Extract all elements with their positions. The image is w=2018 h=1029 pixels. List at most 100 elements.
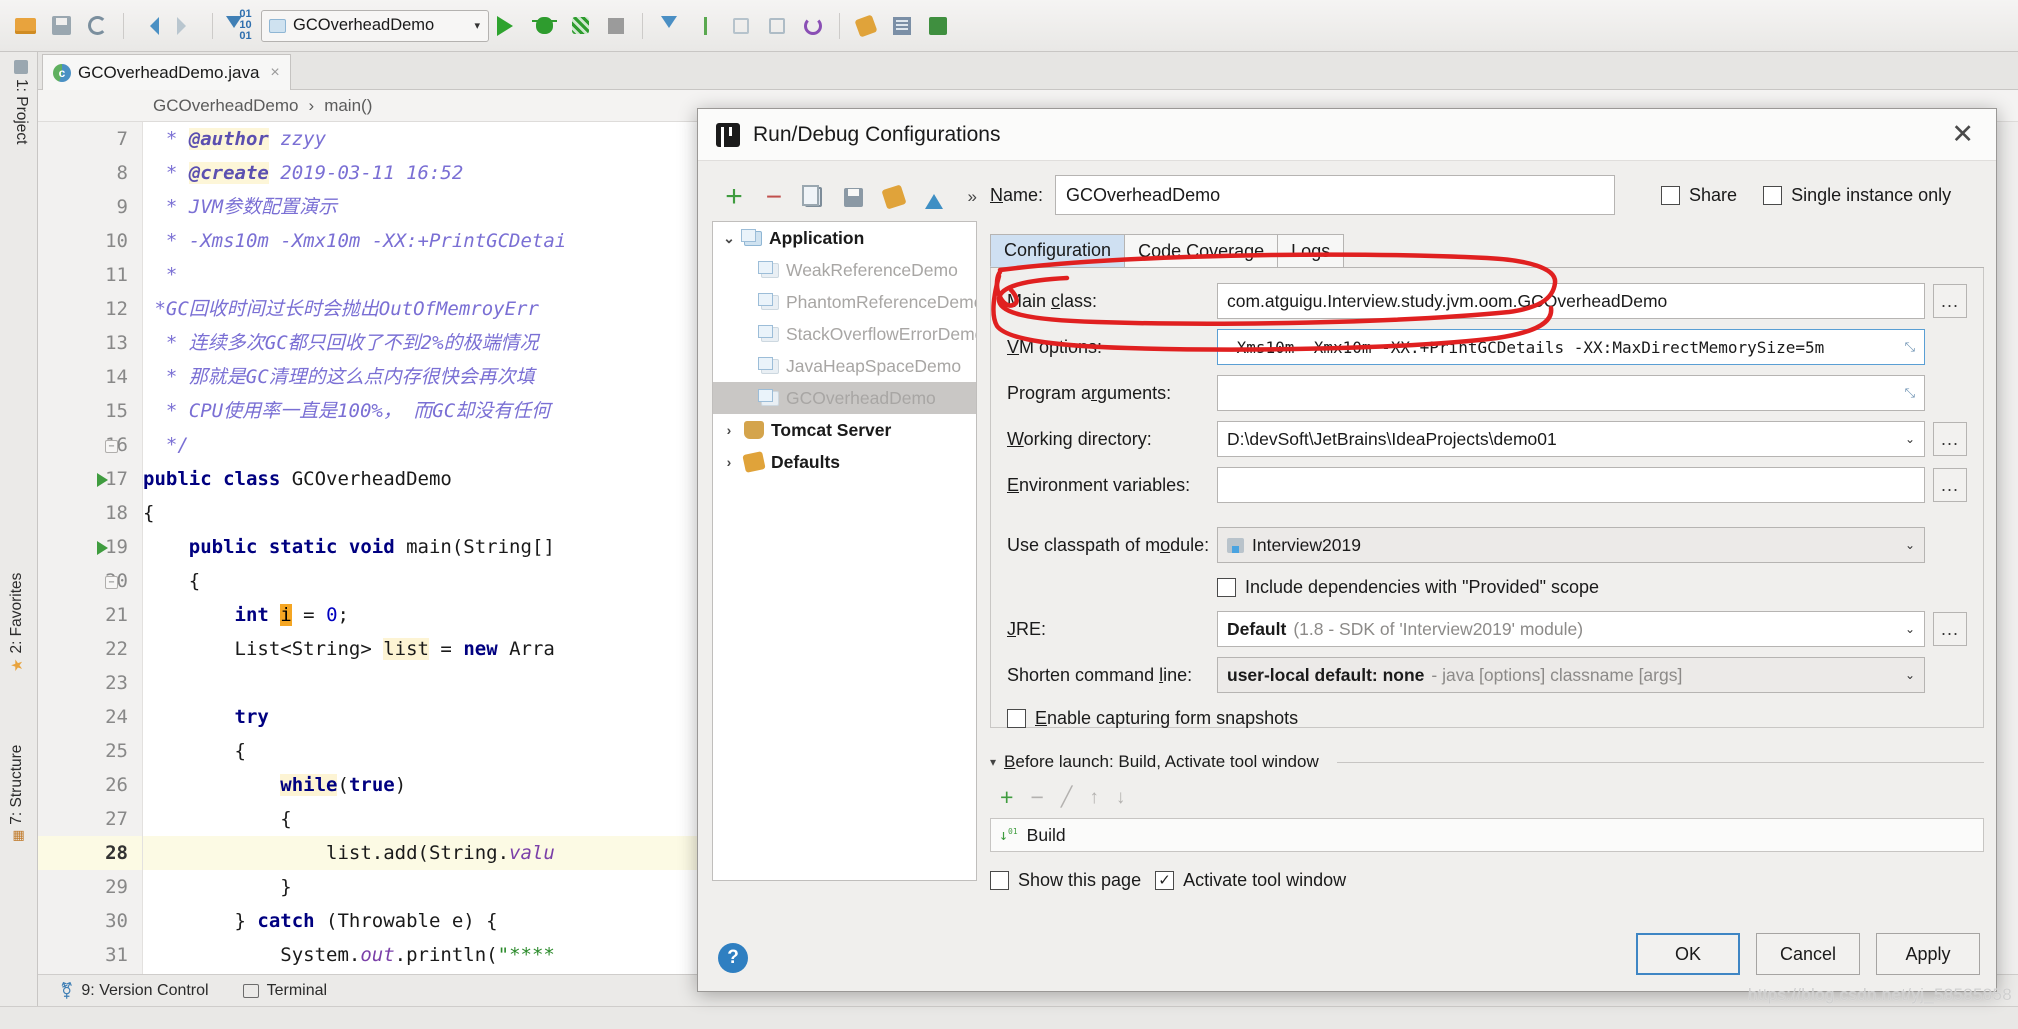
tree-node-weakreferencedemo[interactable]: WeakReferenceDemo: [713, 254, 976, 286]
line-number[interactable]: 30: [38, 904, 142, 938]
code-line[interactable]: try: [143, 700, 738, 734]
diff-icon[interactable]: [760, 9, 794, 43]
editor-gutter[interactable]: 7891011121314151617181920212223242526272…: [38, 122, 143, 990]
include-dependencies-checkbox-row[interactable]: Include dependencies with "Provided" sco…: [1217, 577, 1599, 598]
vm-options-input[interactable]: -Xms10m -Xmx10m -XX:+PrintGCDetails -XX:…: [1217, 329, 1925, 365]
apply-button[interactable]: Apply: [1876, 933, 1980, 975]
tab-logs[interactable]: Logs: [1277, 234, 1345, 267]
line-number[interactable]: 16: [38, 428, 142, 462]
line-number[interactable]: 17: [38, 462, 142, 496]
code-line[interactable]: System.out.println("****: [143, 938, 738, 972]
run-gutter-icon[interactable]: [97, 541, 115, 555]
line-number[interactable]: 21: [38, 598, 142, 632]
configurations-tree[interactable]: ⌄ Application WeakReferenceDemo PhantomRefe…: [712, 221, 977, 881]
show-this-page-row[interactable]: Show this page: [990, 870, 1141, 891]
line-number[interactable]: 12: [38, 292, 142, 326]
add-icon[interactable]: +: [720, 182, 748, 212]
tree-node-defaults[interactable]: › Defaults: [713, 446, 976, 478]
settings-icon[interactable]: [849, 9, 883, 43]
line-number[interactable]: 20: [38, 564, 142, 598]
chevron-down-icon[interactable]: ▾: [990, 755, 996, 769]
code-line[interactable]: *GC回收时间过长时会抛出OutOfMemroyErr: [143, 292, 738, 326]
code-editor[interactable]: 7891011121314151617181920212223242526272…: [38, 122, 738, 990]
working-directory-browse-button[interactable]: ...: [1933, 422, 1967, 456]
breadcrumb-method[interactable]: main(): [324, 96, 372, 116]
line-number[interactable]: 22: [38, 632, 142, 666]
chevron-down-icon[interactable]: ⌄: [721, 230, 737, 247]
run-configuration-selector[interactable]: GCOverheadDemo ▾: [261, 9, 489, 42]
sidebar-item-project[interactable]: 1: Project: [12, 60, 30, 144]
main-class-browse-button[interactable]: ...: [1933, 284, 1967, 318]
jre-browse-button[interactable]: ...: [1933, 612, 1967, 646]
fold-marker-icon[interactable]: −: [105, 576, 118, 589]
editor-code-area[interactable]: * @author zzyy * @create 2019-03-11 16:5…: [97, 122, 738, 990]
line-number[interactable]: 19: [38, 530, 142, 564]
cancel-button[interactable]: Cancel: [1756, 933, 1860, 975]
overflow-icon[interactable]: »: [968, 187, 977, 207]
run-icon[interactable]: [491, 9, 525, 43]
code-line[interactable]: List<String> list = new Arra: [143, 632, 738, 666]
build-icon[interactable]: [921, 9, 955, 43]
chevron-down-icon[interactable]: ⌄: [1897, 622, 1915, 636]
single-instance-checkbox-row[interactable]: Single instance only: [1763, 185, 1951, 206]
before-launch-header[interactable]: ▾ Before launch: Build, Activate tool wi…: [990, 752, 1984, 772]
before-launch-list-item[interactable]: ↓01 Build: [990, 818, 1984, 852]
line-number[interactable]: 18: [38, 496, 142, 530]
use-classpath-select[interactable]: Interview2019 ⌄: [1217, 527, 1925, 563]
code-line[interactable]: * 那就是GC清理的这么点内存很快会再次填: [143, 360, 738, 394]
line-number[interactable]: 26: [38, 768, 142, 802]
code-line[interactable]: * CPU使用率一直是100%， 而GC却没有任何: [143, 394, 738, 428]
editor-tab-gcoverheaddemo[interactable]: GCOverheadDemo.java ×: [42, 54, 291, 90]
tree-node-gcoverheaddemo[interactable]: GCOverheadDemo: [713, 382, 976, 414]
move-down-icon[interactable]: ↓: [1116, 788, 1126, 807]
share-checkbox[interactable]: [1661, 185, 1681, 205]
code-line[interactable]: {: [143, 496, 738, 530]
edit-templates-icon[interactable]: [880, 183, 908, 211]
copy-configuration-icon[interactable]: [800, 183, 828, 211]
name-input[interactable]: GCOverheadDemo: [1055, 175, 1616, 215]
run-gutter-icon[interactable]: [97, 473, 115, 487]
chevron-down-icon[interactable]: ⌄: [1897, 668, 1915, 682]
stop-icon[interactable]: [599, 9, 633, 43]
line-number[interactable]: 8: [38, 156, 142, 190]
chevron-right-icon[interactable]: ›: [721, 422, 737, 438]
fold-marker-icon[interactable]: −: [105, 440, 118, 453]
open-folder-icon[interactable]: [8, 9, 42, 43]
code-line[interactable]: * @create 2019-03-11 16:52: [143, 156, 738, 190]
sidebar-item-structure[interactable]: ▦ 7: Structure: [8, 745, 26, 842]
chevron-down-icon[interactable]: ⌄: [1897, 538, 1915, 552]
code-line[interactable]: public class GCOverheadDemo: [97, 462, 738, 496]
code-line[interactable]: list.add(String.valu: [143, 836, 738, 870]
close-icon[interactable]: ×: [270, 64, 279, 82]
code-line[interactable]: }: [143, 870, 738, 904]
code-line[interactable]: {−: [105, 564, 738, 598]
help-button[interactable]: ?: [718, 943, 748, 973]
update-project-icon[interactable]: 01 10 01: [222, 9, 256, 43]
forward-icon[interactable]: [169, 9, 203, 43]
structure-icon[interactable]: [885, 9, 919, 43]
environment-variables-browse-button[interactable]: ...: [1933, 468, 1967, 502]
code-line[interactable]: * @author zzyy: [143, 122, 738, 156]
rollback-icon[interactable]: [796, 9, 830, 43]
tab-code-coverage[interactable]: Code Coverage: [1124, 234, 1279, 267]
update-icon[interactable]: [652, 9, 686, 43]
back-icon[interactable]: [133, 9, 167, 43]
program-arguments-input[interactable]: ⤡: [1217, 375, 1925, 411]
tree-node-tomcat-server[interactable]: › Tomcat Server: [713, 414, 976, 446]
ok-button[interactable]: OK: [1636, 933, 1740, 975]
main-class-input[interactable]: com.atguigu.Interview.study.jvm.oom.GCOv…: [1217, 283, 1925, 319]
code-line[interactable]: while(true): [143, 768, 738, 802]
activate-tool-window-row[interactable]: ✓ Activate tool window: [1155, 870, 1346, 891]
enable-snapshots-checkbox[interactable]: [1007, 708, 1026, 728]
line-number[interactable]: 23: [38, 666, 142, 700]
tree-node-javaheapspacedemo[interactable]: JavaHeapSpaceDemo: [713, 350, 976, 382]
include-dependencies-checkbox[interactable]: [1217, 577, 1236, 597]
run-with-coverage-icon[interactable]: [563, 9, 597, 43]
code-line[interactable]: *: [143, 258, 738, 292]
enable-snapshots-checkbox-row[interactable]: Enable capturing form snapshots: [1007, 708, 1298, 729]
move-up-icon[interactable]: [920, 183, 948, 211]
line-number[interactable]: 25: [38, 734, 142, 768]
expand-icon[interactable]: ⤡: [1897, 385, 1915, 401]
line-number[interactable]: 29: [38, 870, 142, 904]
tab-configuration[interactable]: Configuration: [990, 234, 1126, 267]
